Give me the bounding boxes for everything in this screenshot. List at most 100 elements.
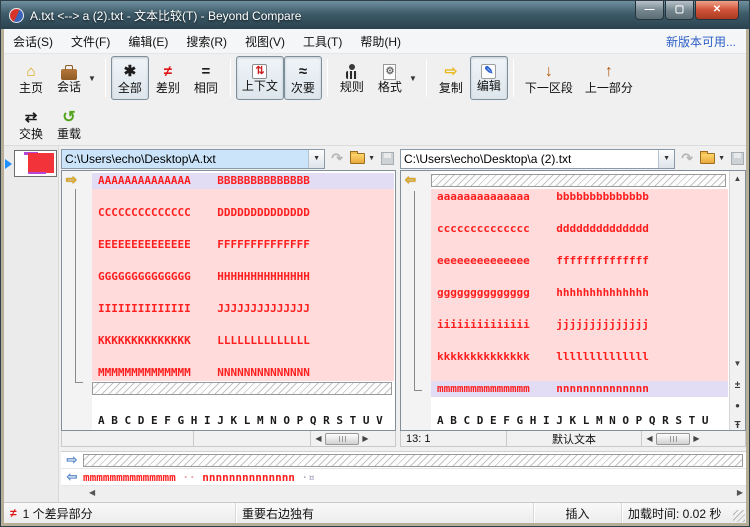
current-diff-line: mmmmmmmmmmmmmm nnnnnnnnnnnnnn: [431, 381, 728, 397]
menu-help[interactable]: 帮助(H): [351, 33, 410, 50]
overview-thumbnail[interactable]: [14, 150, 57, 177]
diff-line: EEEEEEEEEEEEEE FFFFFFFFFFFFFF: [92, 237, 394, 253]
toolbar-format-dropdown-icon[interactable]: ▼: [409, 74, 417, 83]
scroll-thumb[interactable]: [656, 433, 690, 445]
scroll-thumb[interactable]: [325, 433, 359, 445]
diff-line: eeeeeeeeeeeeee ffffffffffffff: [431, 253, 728, 269]
detail-scroll-left-icon[interactable]: ◀: [89, 486, 95, 499]
diff-line: [92, 189, 394, 205]
right-file-content[interactable]: aaaaaaaaaaaaaa bbbbbbbbbbbbbbccccccccccc…: [431, 173, 728, 429]
app-logo-icon: [9, 8, 24, 23]
toolbar-show-same-button[interactable]: =相同: [187, 56, 225, 100]
right-open-folder-icon[interactable]: [700, 153, 715, 164]
scroll-last-diff-button[interactable]: Ŧ: [730, 419, 745, 431]
scroll-first-diff-button[interactable]: ±: [730, 379, 745, 393]
toolbar-show-differences-button[interactable]: ≠差别: [149, 56, 187, 100]
menu-tools[interactable]: 工具(T): [294, 33, 351, 50]
right-path-input[interactable]: [401, 150, 658, 168]
left-open-folder-icon[interactable]: [350, 153, 365, 164]
left-path-row: ▼ ↷ ▼: [61, 147, 396, 170]
right-path-dropdown-icon[interactable]: ▼: [658, 150, 674, 168]
left-file-content[interactable]: AAAAAAAAAAAAAA BBBBBBBBBBBBBBCCCCCCCCCCC…: [92, 173, 394, 429]
scroll-center-diff-button[interactable]: ●: [730, 399, 745, 413]
menu-search[interactable]: 搜索(R): [177, 33, 236, 50]
right-path-combo[interactable]: ▼: [400, 149, 675, 169]
right-text-area[interactable]: ⇦ aaaaaaaaaaaaaa bbbbbbbbbbbbbbccccccccc…: [400, 170, 746, 431]
close-button[interactable]: ✕: [695, 1, 739, 20]
minimize-button[interactable]: —: [635, 1, 664, 20]
diff-overview-strip[interactable]: [4, 146, 59, 502]
asterisk-icon: ✱: [124, 62, 137, 81]
toolbar-show-all-button[interactable]: ✱全部: [111, 56, 149, 100]
left-path-dropdown-icon[interactable]: ▼: [308, 150, 324, 168]
swap-icon: ⇄: [25, 108, 38, 127]
toolbar-show-context-button[interactable]: ⇅上下文: [236, 56, 284, 100]
right-vertical-scrollbar[interactable]: ▲ ▼ ± ● Ŧ: [729, 171, 745, 430]
toolbar-reload-button[interactable]: ↺重载: [50, 102, 88, 146]
toolbar-sessions-button[interactable]: 会话: [50, 56, 88, 100]
left-file-pane: ▼ ↷ ▼ ⇨ AAAAAAAAAAAAAA BBBBBBBBBBBBBBCC: [61, 147, 396, 447]
left-pane-statusbar: ◀ ▶: [61, 431, 396, 447]
toolbar-separator: [426, 59, 427, 97]
left-horizontal-scrollbar[interactable]: ◀ ▶: [311, 431, 395, 446]
diff-line: [92, 349, 394, 365]
toolbar-ignore-minor-button[interactable]: ≈次要: [284, 56, 322, 100]
toolbar-sessions-dropdown-icon[interactable]: ▼: [88, 74, 96, 83]
scroll-up-icon[interactable]: ▲: [730, 171, 745, 186]
detail-scroll-right-icon[interactable]: ▶: [737, 486, 743, 499]
right-horizontal-scrollbar[interactable]: ◀ ▶: [642, 431, 728, 446]
toolbar-next-section-button[interactable]: ↓下一区段: [519, 56, 579, 100]
overview-position-icon: [5, 159, 12, 169]
toolbar-button-label: 下一区段: [525, 81, 573, 95]
maximize-button[interactable]: ▢: [665, 1, 694, 20]
menu-session[interactable]: 会话(S): [4, 33, 62, 50]
right-file-pane: ▼ ↷ ▼ ⇦ aaaaaaaaaaaaaa bbbbbbbbbbbbbbcc: [400, 147, 746, 447]
toolbar-home-button[interactable]: ⌂主页: [12, 56, 50, 100]
diff-line: [92, 221, 394, 237]
left-section-bracket: [75, 189, 83, 383]
right-folder-dropdown-icon[interactable]: ▼: [718, 155, 725, 162]
menu-file[interactable]: 文件(F): [62, 33, 119, 50]
main-area: ▼ ↷ ▼ ⇨ AAAAAAAAAAAAAA BBBBBBBBBBBBBBCC: [4, 146, 746, 502]
status-bar: ≠ 1 个差异部分 重要右边独有 插入 加载时间: 0.02 秒: [4, 502, 746, 523]
menu-bar: 会话(S)文件(F)编辑(E)搜索(R)视图(V)工具(T)帮助(H) 新版本可…: [4, 29, 746, 54]
title-bar[interactable]: A.txt <--> a (2).txt - 文本比较(T) - Beyond …: [1, 1, 749, 29]
diff-line: [92, 317, 394, 333]
toolbar-copy-button[interactable]: ⇨复制: [432, 56, 470, 100]
scroll-left-icon[interactable]: ◀: [643, 432, 656, 446]
toolbar-button-label: 上下文: [242, 79, 278, 93]
left-path-combo[interactable]: ▼: [61, 149, 325, 169]
toolbar-swap-button[interactable]: ⇄交换: [12, 102, 50, 146]
context-icon: ⇅: [252, 64, 267, 79]
missing-lines-hatch: [92, 382, 392, 395]
resize-grip[interactable]: [733, 510, 745, 522]
toolbar-button-label: 差别: [156, 81, 180, 95]
toolbar-format-button[interactable]: ⚙格式: [371, 56, 409, 100]
right-gutter: ⇦: [401, 171, 431, 430]
toolbar-prev-part-button[interactable]: ↑上一部分: [579, 56, 639, 100]
left-section-arrow-icon: ⇨: [66, 173, 77, 187]
details-scroll-strip[interactable]: ◀ ▶: [61, 486, 746, 499]
right-line-detail[interactable]: ⇦ mmmmmmmmmmmmmm ·· nnnnnnnnnnnnnn ·¤: [61, 469, 746, 486]
new-version-link[interactable]: 新版本可用...: [666, 33, 746, 50]
diff-line: kkkkkkkkkkkkkk llllllllllllll: [431, 349, 728, 365]
left-line-detail[interactable]: ⇨: [61, 452, 746, 469]
left-folder-dropdown-icon[interactable]: ▼: [368, 155, 375, 162]
scroll-down-icon[interactable]: ▼: [730, 356, 745, 371]
scroll-right-icon[interactable]: ▶: [690, 432, 703, 446]
menu-edit[interactable]: 编辑(E): [119, 33, 177, 50]
left-path-input[interactable]: [62, 150, 308, 168]
toolbar-rules-button[interactable]: 规则: [333, 56, 371, 100]
menu-view[interactable]: 视图(V): [236, 33, 294, 50]
left-status-cell: [62, 431, 194, 446]
not-equal-icon: ≠: [164, 62, 172, 81]
edit-icon: ✎: [481, 64, 496, 79]
load-time-status: 加载时间: 0.02 秒: [622, 503, 746, 523]
detail-text: mmmmmmmmmmmmmm: [83, 471, 176, 484]
diff-line: [431, 333, 728, 349]
scroll-left-icon[interactable]: ◀: [312, 432, 325, 446]
scroll-right-icon[interactable]: ▶: [359, 432, 372, 446]
thumbnail-diff-block: [28, 153, 54, 173]
left-text-area[interactable]: ⇨ AAAAAAAAAAAAAA BBBBBBBBBBBBBBCCCCCCCCC…: [61, 170, 396, 431]
toolbar-edit-button[interactable]: ✎编辑: [470, 56, 508, 100]
